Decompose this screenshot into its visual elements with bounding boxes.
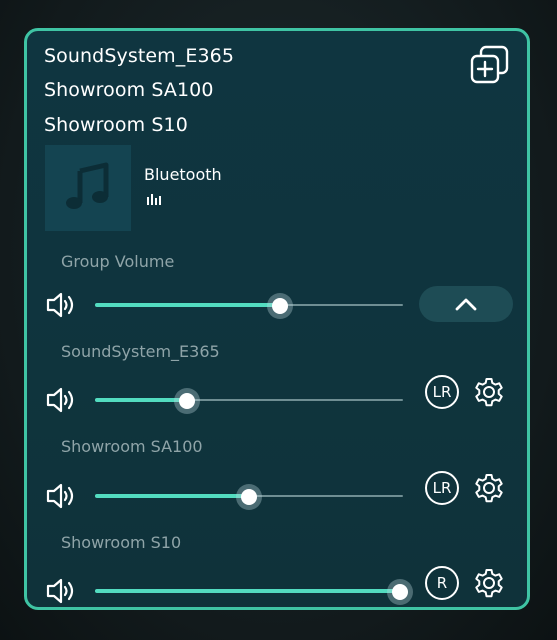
channel-button[interactable]: R (425, 566, 459, 600)
source-label: Bluetooth (144, 165, 222, 184)
speaker-volume-slider[interactable] (95, 484, 403, 510)
slider-thumb[interactable] (241, 489, 257, 505)
speaker-icon[interactable] (45, 482, 77, 510)
speaker-label: SoundSystem_E365 (61, 342, 220, 361)
slider-thumb[interactable] (392, 584, 408, 600)
slider-fill (95, 589, 400, 593)
speaker-volume-slider[interactable] (95, 388, 403, 414)
slider-thumb[interactable] (272, 298, 288, 314)
settings-gear-icon[interactable] (472, 471, 506, 505)
group-device-name: SoundSystem_E365 (44, 45, 235, 67)
speaker-label: Showroom SA100 (61, 437, 203, 456)
slider-fill (95, 494, 249, 498)
settings-gear-icon[interactable] (472, 375, 506, 409)
speaker-volume-slider[interactable] (95, 579, 413, 605)
music-note-icon (66, 162, 109, 209)
settings-gear-icon[interactable] (472, 566, 506, 600)
slider-thumb[interactable] (179, 393, 195, 409)
chevron-up-icon (455, 298, 477, 311)
speaker-icon[interactable] (45, 577, 77, 605)
channel-button[interactable]: LR (425, 471, 459, 505)
speaker-label: Showroom S10 (61, 533, 182, 552)
collapse-button[interactable] (419, 286, 513, 322)
speaker-icon[interactable] (45, 386, 77, 414)
album-art (45, 145, 131, 231)
group-volume-slider[interactable] (95, 293, 403, 319)
speaker-icon[interactable] (45, 291, 77, 319)
group-volume-label: Group Volume (61, 252, 175, 271)
group-device-name: Showroom SA100 (44, 79, 214, 101)
channel-label: LR (432, 479, 452, 497)
channel-label: R (436, 574, 448, 592)
channel-label: LR (432, 383, 452, 401)
slider-fill (95, 303, 280, 307)
channel-button[interactable]: LR (425, 375, 459, 409)
speaker-group-card: SoundSystem_E365 Showroom SA100 Showroom… (24, 28, 530, 610)
group-device-name: Showroom S10 (44, 114, 188, 136)
add-group-icon (470, 45, 509, 84)
equalizer-icon (147, 194, 161, 205)
add-group-button[interactable] (468, 45, 510, 85)
